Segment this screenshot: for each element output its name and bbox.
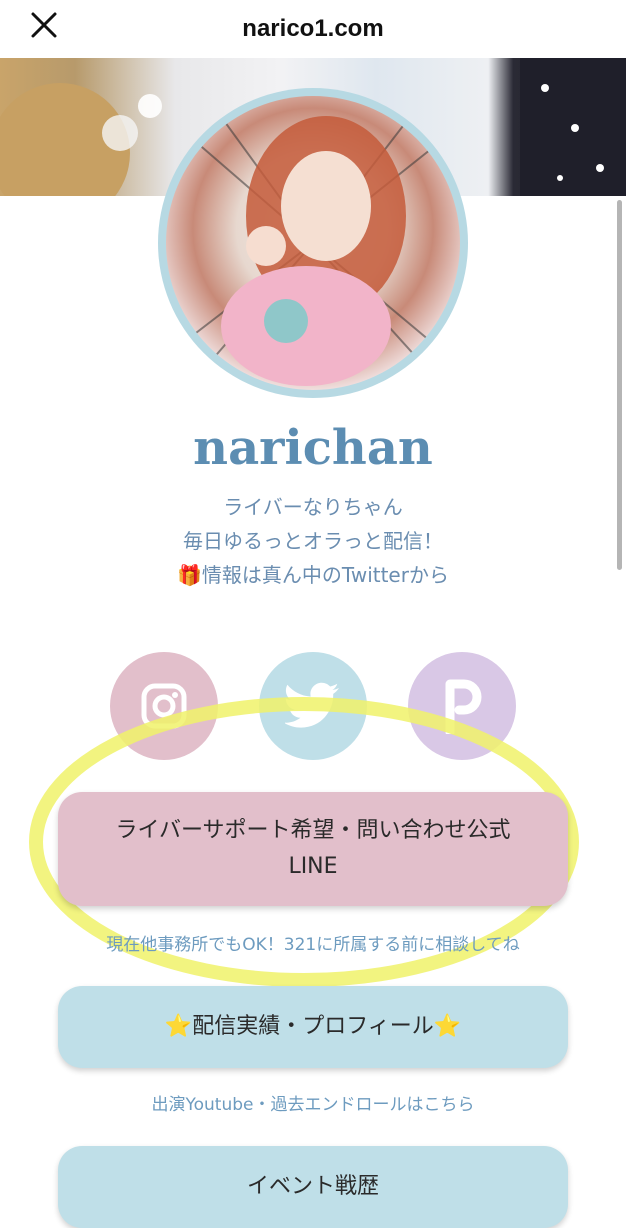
avatar-illustration [166,96,460,390]
close-icon[interactable] [30,11,58,39]
bio-line: 🎁情報は真ん中のTwitterから [177,563,449,587]
profile-button[interactable]: ⭐配信実績・プロフィール⭐ [58,986,568,1068]
bio-line: 毎日ゆるっとオラっと配信！ [183,529,443,553]
avatar[interactable] [158,88,468,398]
line-contact-button[interactable]: ライバーサポート希望・問い合わせ公式 LINE [58,792,568,906]
event-history-button[interactable]: イベント戦歴 [58,1146,568,1228]
profile-bio: ライバーなりちゃん 毎日ゆるっとオラっと配信！ 🎁情報は真ん中のTwitterか… [0,490,626,592]
top-bar: narico1.com [0,0,626,58]
link-caption: 出演Youtube・過去エンドロールはこちら [151,1095,475,1115]
avatar-photo [166,96,460,390]
link-label: ⭐配信実績・プロフィール⭐ [164,1014,462,1039]
site-title: narico1.com [242,15,384,42]
link-label: LINE [288,854,338,879]
bio-line: ライバーなりちゃん [223,495,403,519]
link-label: ライバーサポート希望・問い合わせ公式 [115,818,511,843]
profile-name: narichan [193,420,433,476]
link-caption: 現在他事務所でもOK！321に所属する前に相談してね [106,935,520,955]
